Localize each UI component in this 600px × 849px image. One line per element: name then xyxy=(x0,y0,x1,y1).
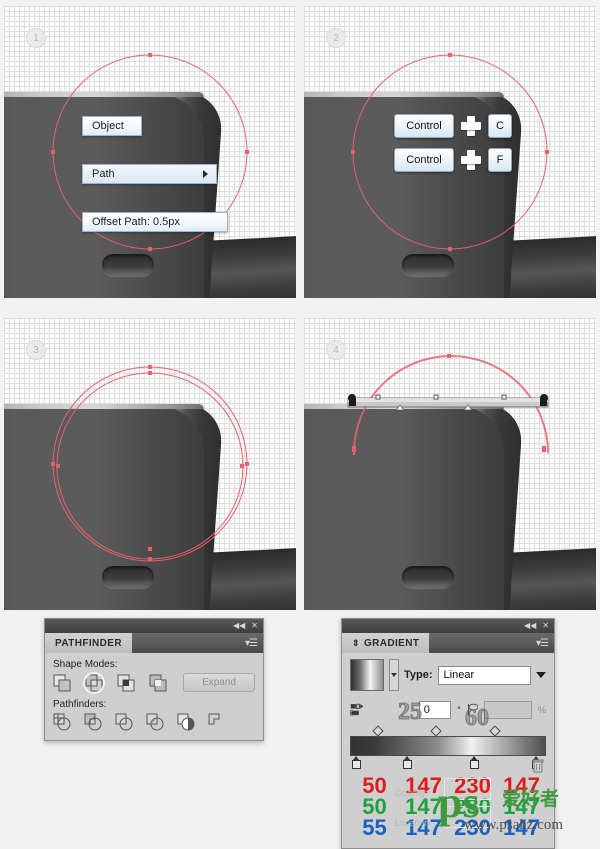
step-badge: 2 xyxy=(326,28,346,48)
gradient-tabrow: ⇕ GRADIENT ▾☰ xyxy=(342,633,554,653)
step-panel-1: 1 Object Path Offset Path: 0.5px xyxy=(4,6,296,298)
gradient-stop[interactable] xyxy=(402,756,412,769)
submenu-arrow-icon xyxy=(203,170,208,178)
tab-gradient-label: GRADIENT xyxy=(363,637,420,649)
aspect-input[interactable] xyxy=(484,701,532,719)
gradient-stop[interactable] xyxy=(469,756,479,769)
gradient-swatch[interactable] xyxy=(350,659,384,691)
keycap-control: Control xyxy=(394,114,454,138)
menu-item-path-label: Path xyxy=(92,168,115,180)
menu-item-offset-path[interactable]: Offset Path: 0.5px xyxy=(82,212,228,232)
opacity-input-ghost[interactable] xyxy=(444,778,492,800)
divide-icon[interactable] xyxy=(53,713,71,731)
shortcut-row: Control C xyxy=(394,114,512,138)
ghost-position-25: 25 xyxy=(398,699,423,726)
pathfinder-titlebar: ◀◀ ✕ xyxy=(45,619,263,633)
menu-item-object[interactable]: Object xyxy=(82,116,142,136)
gradient-body: Type: Linear 25 0 60 ° % Opacity: Locati… xyxy=(342,653,554,848)
minus-back-icon[interactable] xyxy=(208,713,226,731)
shortcut-row: Control F xyxy=(394,148,512,172)
shortcut-group: Control C Control F xyxy=(394,114,512,182)
keycap-control: Control xyxy=(394,148,454,172)
merge-icon[interactable] xyxy=(115,713,133,731)
stop-rgb-values: Opacity: Location: 50 147 230 147 50 147… xyxy=(350,775,546,840)
intersect-icon[interactable] xyxy=(117,674,135,692)
gradient-stop[interactable] xyxy=(351,756,361,769)
tutorial-panel-grid: 1 Object Path Offset Path: 0.5px 2 Contr… xyxy=(0,0,600,610)
angle-input[interactable]: 0 xyxy=(418,701,452,719)
tab-pathfinder[interactable]: PATHFINDER xyxy=(45,633,132,653)
stop-handle-icon xyxy=(469,760,479,769)
location-input-ghost[interactable] xyxy=(444,806,492,828)
stop-handle-icon xyxy=(402,760,412,769)
step-panel-2: 2 Control C Control F xyxy=(304,6,596,298)
chevron-down-icon[interactable] xyxy=(536,672,546,678)
menu-item-path[interactable]: Path xyxy=(82,164,217,184)
gradient-midpoints xyxy=(350,725,546,737)
pathfinders-label: Pathfinders: xyxy=(53,699,107,710)
step-badge: 1 xyxy=(26,28,46,48)
pathfinders-row xyxy=(53,713,255,731)
gradient-panel: ◀◀ ✕ ⇕ GRADIENT ▾☰ Type: Linear 25 0 60 … xyxy=(341,618,555,849)
type-label: Type: xyxy=(404,669,433,681)
keycap-c: C xyxy=(488,114,512,138)
shape-modes-label: Shape Modes: xyxy=(53,659,118,670)
unite-icon[interactable] xyxy=(53,674,71,692)
panel-menu-icon[interactable]: ▾☰ xyxy=(536,638,549,649)
step-panel-3: 3 xyxy=(4,318,296,610)
step-badge: 4 xyxy=(326,340,346,360)
percent-symbol: % xyxy=(537,705,546,715)
delete-stop-icon[interactable] xyxy=(532,758,544,773)
gradient-strip[interactable] xyxy=(350,736,546,756)
gradient-midpoint[interactable] xyxy=(371,725,384,737)
angle-value: 0 xyxy=(423,704,430,716)
chevron-down-icon xyxy=(391,673,397,677)
close-icon[interactable]: ✕ xyxy=(251,622,258,630)
expand-button[interactable]: Expand xyxy=(183,673,255,692)
reverse-gradient-icon[interactable] xyxy=(350,701,365,719)
plus-icon xyxy=(461,116,481,136)
vector-path-overlay-1 xyxy=(51,53,249,251)
pathfinder-tab-rest: ▾☰ xyxy=(132,633,263,653)
expand-arrows-icon: ⇕ xyxy=(352,637,360,648)
tab-gradient[interactable]: ⇕ GRADIENT xyxy=(342,633,430,653)
crop-icon[interactable] xyxy=(146,713,164,731)
pathfinder-tabrow: PATHFINDER ▾☰ xyxy=(45,633,263,653)
aspect-ratio-icon[interactable] xyxy=(467,701,479,719)
stop-0-blue: 55 xyxy=(362,814,387,840)
stop-3-blue: 147 xyxy=(503,814,540,840)
gradient-titlebar: ◀◀ ✕ xyxy=(342,619,554,633)
gradient-midpoint[interactable] xyxy=(430,725,442,737)
step-badge: 3 xyxy=(26,340,46,360)
vector-path-overlay-3 xyxy=(51,365,249,562)
exclude-icon[interactable] xyxy=(149,674,167,692)
gradient-midpoint[interactable] xyxy=(489,725,501,737)
pathfinder-panel: ◀◀ ✕ PATHFINDER ▾☰ Shape Modes: Expand P… xyxy=(44,618,264,741)
plus-icon xyxy=(461,150,481,170)
trim-icon[interactable] xyxy=(84,713,102,731)
close-icon[interactable]: ✕ xyxy=(542,622,549,630)
keycap-f: F xyxy=(488,148,512,172)
type-select-value: Linear xyxy=(443,669,475,681)
gradient-annotation-overlay-4 xyxy=(347,354,549,455)
degree-symbol: ° xyxy=(457,705,461,715)
collapse-icon[interactable]: ◀◀ xyxy=(233,622,245,630)
collapse-icon[interactable]: ◀◀ xyxy=(524,622,536,630)
gradient-tab-rest: ▾☰ xyxy=(429,633,554,653)
gradient-angle-row: 25 0 60 ° % xyxy=(350,697,546,732)
step-panel-4: 4 xyxy=(304,318,596,610)
outline-icon[interactable] xyxy=(177,713,195,731)
gradient-slider xyxy=(350,725,546,773)
panel-menu-icon[interactable]: ▾☰ xyxy=(245,638,258,649)
minus-front-icon[interactable] xyxy=(83,671,105,694)
gradient-swatch-dropdown[interactable] xyxy=(389,659,399,691)
type-select[interactable]: Linear xyxy=(437,665,531,685)
location-label: Location: xyxy=(395,818,432,828)
opacity-label: Opacity: xyxy=(395,788,429,798)
shape-modes-row: Expand xyxy=(53,671,255,694)
gradient-type-row: Type: Linear xyxy=(350,659,546,691)
pathfinder-body: Shape Modes: Expand Pathfinders: xyxy=(45,653,263,740)
gradient-stops xyxy=(350,756,546,773)
stop-handle-icon xyxy=(351,760,361,769)
